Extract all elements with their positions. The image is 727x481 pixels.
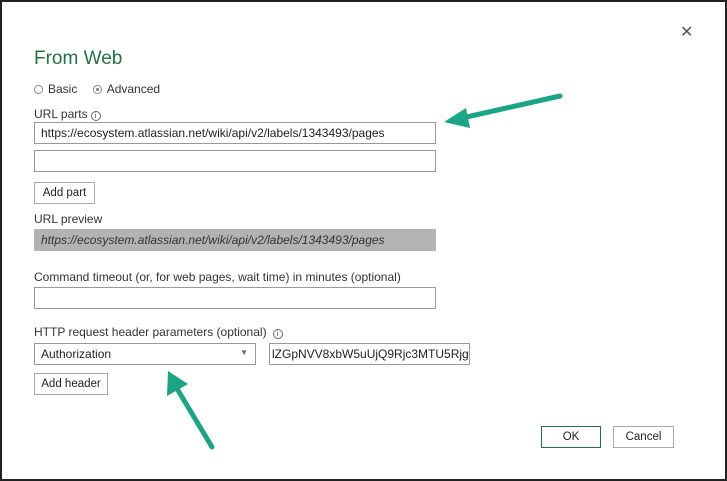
annotation-arrow-icon bbox=[444, 93, 563, 128]
annotation-arrows bbox=[167, 93, 563, 450]
annotation-arrow-icon bbox=[167, 371, 215, 450]
